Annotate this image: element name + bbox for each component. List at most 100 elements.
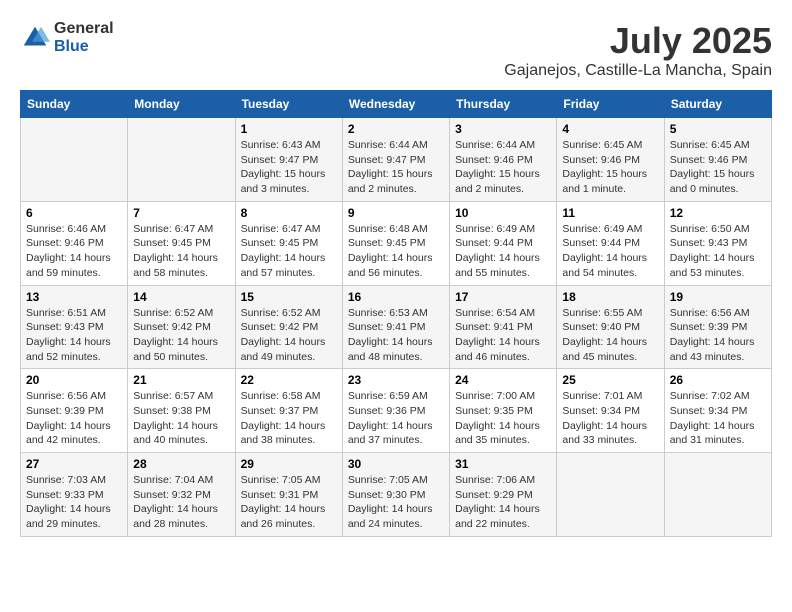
- day-info: Sunrise: 6:56 AM Sunset: 9:39 PM Dayligh…: [670, 306, 766, 365]
- calendar-cell: 4 Sunrise: 6:45 AM Sunset: 9:46 PM Daylig…: [557, 118, 664, 202]
- calendar-cell: 13 Sunrise: 6:51 AM Sunset: 9:43 PM Dayli…: [21, 285, 128, 369]
- calendar-cell: 26Sunrise: 7:02 AM Sunset: 9:34 PM Dayli…: [664, 369, 771, 453]
- day-of-week-header: Friday: [557, 91, 664, 118]
- calendar-cell: [557, 453, 664, 537]
- day-number: 25: [562, 373, 658, 387]
- calendar-table: SundayMondayTuesdayWednesdayThursdayFrid…: [20, 90, 772, 537]
- day-number: 19: [670, 290, 766, 304]
- calendar-cell: [128, 118, 235, 202]
- header-row: SundayMondayTuesdayWednesdayThursdayFrid…: [21, 91, 772, 118]
- calendar-cell: 5Sunrise: 6:45 AM Sunset: 9:46 PM Daylig…: [664, 118, 771, 202]
- calendar-cell: 27 Sunrise: 7:03 AM Sunset: 9:33 PM Dayli…: [21, 453, 128, 537]
- calendar-cell: 15Sunrise: 6:52 AM Sunset: 9:42 PM Dayli…: [235, 285, 342, 369]
- day-info: Sunrise: 7:05 AM Sunset: 9:30 PM Dayligh…: [348, 473, 444, 532]
- day-info: Sunrise: 6:47 AM Sunset: 9:45 PM Dayligh…: [133, 222, 229, 281]
- day-info: Sunrise: 6:44 AM Sunset: 9:47 PM Dayligh…: [348, 138, 444, 197]
- day-of-week-header: Monday: [128, 91, 235, 118]
- day-number: 6: [26, 206, 122, 220]
- day-number: 11: [562, 206, 658, 220]
- day-info: Sunrise: 6:47 AM Sunset: 9:45 PM Dayligh…: [241, 222, 337, 281]
- calendar-cell: 25 Sunrise: 7:01 AM Sunset: 9:34 PM Dayli…: [557, 369, 664, 453]
- day-number: 28: [133, 457, 229, 471]
- calendar-cell: 18Sunrise: 6:55 AM Sunset: 9:40 PM Dayli…: [557, 285, 664, 369]
- day-info: Sunrise: 7:03 AM Sunset: 9:33 PM Dayligh…: [26, 473, 122, 532]
- main-title: July 2025: [504, 20, 772, 62]
- day-of-week-header: Thursday: [450, 91, 557, 118]
- calendar-cell: [21, 118, 128, 202]
- day-number: 3: [455, 122, 551, 136]
- day-info: Sunrise: 6:51 AM Sunset: 9:43 PM Dayligh…: [26, 306, 122, 365]
- day-info: Sunrise: 7:01 AM Sunset: 9:34 PM Dayligh…: [562, 389, 658, 448]
- day-info: Sunrise: 7:02 AM Sunset: 9:34 PM Dayligh…: [670, 389, 766, 448]
- calendar-week-row: 27 Sunrise: 7:03 AM Sunset: 9:33 PM Dayli…: [21, 453, 772, 537]
- calendar-cell: 22 Sunrise: 6:58 AM Sunset: 9:37 PM Dayli…: [235, 369, 342, 453]
- day-number: 8: [241, 206, 337, 220]
- logo-icon: [20, 23, 50, 53]
- day-info: Sunrise: 7:05 AM Sunset: 9:31 PM Dayligh…: [241, 473, 337, 532]
- day-number: 4: [562, 122, 658, 136]
- day-info: Sunrise: 6:46 AM Sunset: 9:46 PM Dayligh…: [26, 222, 122, 281]
- day-number: 27: [26, 457, 122, 471]
- day-info: Sunrise: 6:44 AM Sunset: 9:46 PM Dayligh…: [455, 138, 551, 197]
- day-info: Sunrise: 6:43 AM Sunset: 9:47 PM Dayligh…: [241, 138, 337, 197]
- calendar-cell: [664, 453, 771, 537]
- day-of-week-header: Wednesday: [342, 91, 449, 118]
- calendar-week-row: 1 Sunrise: 6:43 AM Sunset: 9:47 PM Daylig…: [21, 118, 772, 202]
- day-info: Sunrise: 6:58 AM Sunset: 9:37 PM Dayligh…: [241, 389, 337, 448]
- calendar-cell: 24Sunrise: 7:00 AM Sunset: 9:35 PM Dayli…: [450, 369, 557, 453]
- subtitle: Gajanejos, Castille-La Mancha, Spain: [504, 62, 772, 80]
- day-number: 9: [348, 206, 444, 220]
- logo-blue-text: Blue: [54, 38, 114, 56]
- day-number: 14: [133, 290, 229, 304]
- day-number: 21: [133, 373, 229, 387]
- day-number: 17: [455, 290, 551, 304]
- day-of-week-header: Sunday: [21, 91, 128, 118]
- calendar-cell: 11 Sunrise: 6:49 AM Sunset: 9:44 PM Dayli…: [557, 201, 664, 285]
- day-info: Sunrise: 6:45 AM Sunset: 9:46 PM Dayligh…: [562, 138, 658, 197]
- day-number: 10: [455, 206, 551, 220]
- day-info: Sunrise: 7:04 AM Sunset: 9:32 PM Dayligh…: [133, 473, 229, 532]
- calendar-cell: 7Sunrise: 6:47 AM Sunset: 9:45 PM Daylig…: [128, 201, 235, 285]
- calendar-cell: 2 Sunrise: 6:44 AM Sunset: 9:47 PM Daylig…: [342, 118, 449, 202]
- day-info: Sunrise: 6:55 AM Sunset: 9:40 PM Dayligh…: [562, 306, 658, 365]
- day-info: Sunrise: 6:53 AM Sunset: 9:41 PM Dayligh…: [348, 306, 444, 365]
- calendar-week-row: 20 Sunrise: 6:56 AM Sunset: 9:39 PM Dayli…: [21, 369, 772, 453]
- calendar-cell: 1 Sunrise: 6:43 AM Sunset: 9:47 PM Daylig…: [235, 118, 342, 202]
- day-number: 23: [348, 373, 444, 387]
- calendar-cell: 10Sunrise: 6:49 AM Sunset: 9:44 PM Dayli…: [450, 201, 557, 285]
- day-of-week-header: Saturday: [664, 91, 771, 118]
- calendar-cell: 17 Sunrise: 6:54 AM Sunset: 9:41 PM Dayli…: [450, 285, 557, 369]
- calendar-cell: 31Sunrise: 7:06 AM Sunset: 9:29 PM Dayli…: [450, 453, 557, 537]
- day-number: 20: [26, 373, 122, 387]
- day-info: Sunrise: 6:56 AM Sunset: 9:39 PM Dayligh…: [26, 389, 122, 448]
- day-info: Sunrise: 6:45 AM Sunset: 9:46 PM Dayligh…: [670, 138, 766, 197]
- header: General Blue July 2025 Gajanejos, Castil…: [20, 20, 772, 80]
- day-number: 15: [241, 290, 337, 304]
- calendar-cell: 21Sunrise: 6:57 AM Sunset: 9:38 PM Dayli…: [128, 369, 235, 453]
- day-number: 2: [348, 122, 444, 136]
- calendar-cell: 8 Sunrise: 6:47 AM Sunset: 9:45 PM Daylig…: [235, 201, 342, 285]
- day-info: Sunrise: 6:54 AM Sunset: 9:41 PM Dayligh…: [455, 306, 551, 365]
- calendar-cell: 20 Sunrise: 6:56 AM Sunset: 9:39 PM Dayli…: [21, 369, 128, 453]
- calendar-cell: 28 Sunrise: 7:04 AM Sunset: 9:32 PM Dayli…: [128, 453, 235, 537]
- day-number: 22: [241, 373, 337, 387]
- day-number: 13: [26, 290, 122, 304]
- day-info: Sunrise: 6:52 AM Sunset: 9:42 PM Dayligh…: [133, 306, 229, 365]
- calendar-cell: 14 Sunrise: 6:52 AM Sunset: 9:42 PM Dayli…: [128, 285, 235, 369]
- calendar-cell: 3 Sunrise: 6:44 AM Sunset: 9:46 PM Daylig…: [450, 118, 557, 202]
- calendar-week-row: 6 Sunrise: 6:46 AM Sunset: 9:46 PM Daylig…: [21, 201, 772, 285]
- day-info: Sunrise: 6:49 AM Sunset: 9:44 PM Dayligh…: [562, 222, 658, 281]
- calendar-header: SundayMondayTuesdayWednesdayThursdayFrid…: [21, 91, 772, 118]
- day-number: 12: [670, 206, 766, 220]
- day-of-week-header: Tuesday: [235, 91, 342, 118]
- calendar-body: 1 Sunrise: 6:43 AM Sunset: 9:47 PM Daylig…: [21, 118, 772, 537]
- calendar-cell: 9Sunrise: 6:48 AM Sunset: 9:45 PM Daylig…: [342, 201, 449, 285]
- day-number: 1: [241, 122, 337, 136]
- day-info: Sunrise: 7:00 AM Sunset: 9:35 PM Dayligh…: [455, 389, 551, 448]
- calendar-cell: 23Sunrise: 6:59 AM Sunset: 9:36 PM Dayli…: [342, 369, 449, 453]
- day-info: Sunrise: 6:50 AM Sunset: 9:43 PM Dayligh…: [670, 222, 766, 281]
- day-number: 29: [241, 457, 337, 471]
- calendar-week-row: 13 Sunrise: 6:51 AM Sunset: 9:43 PM Dayli…: [21, 285, 772, 369]
- calendar-cell: 12 Sunrise: 6:50 AM Sunset: 9:43 PM Dayli…: [664, 201, 771, 285]
- day-number: 16: [348, 290, 444, 304]
